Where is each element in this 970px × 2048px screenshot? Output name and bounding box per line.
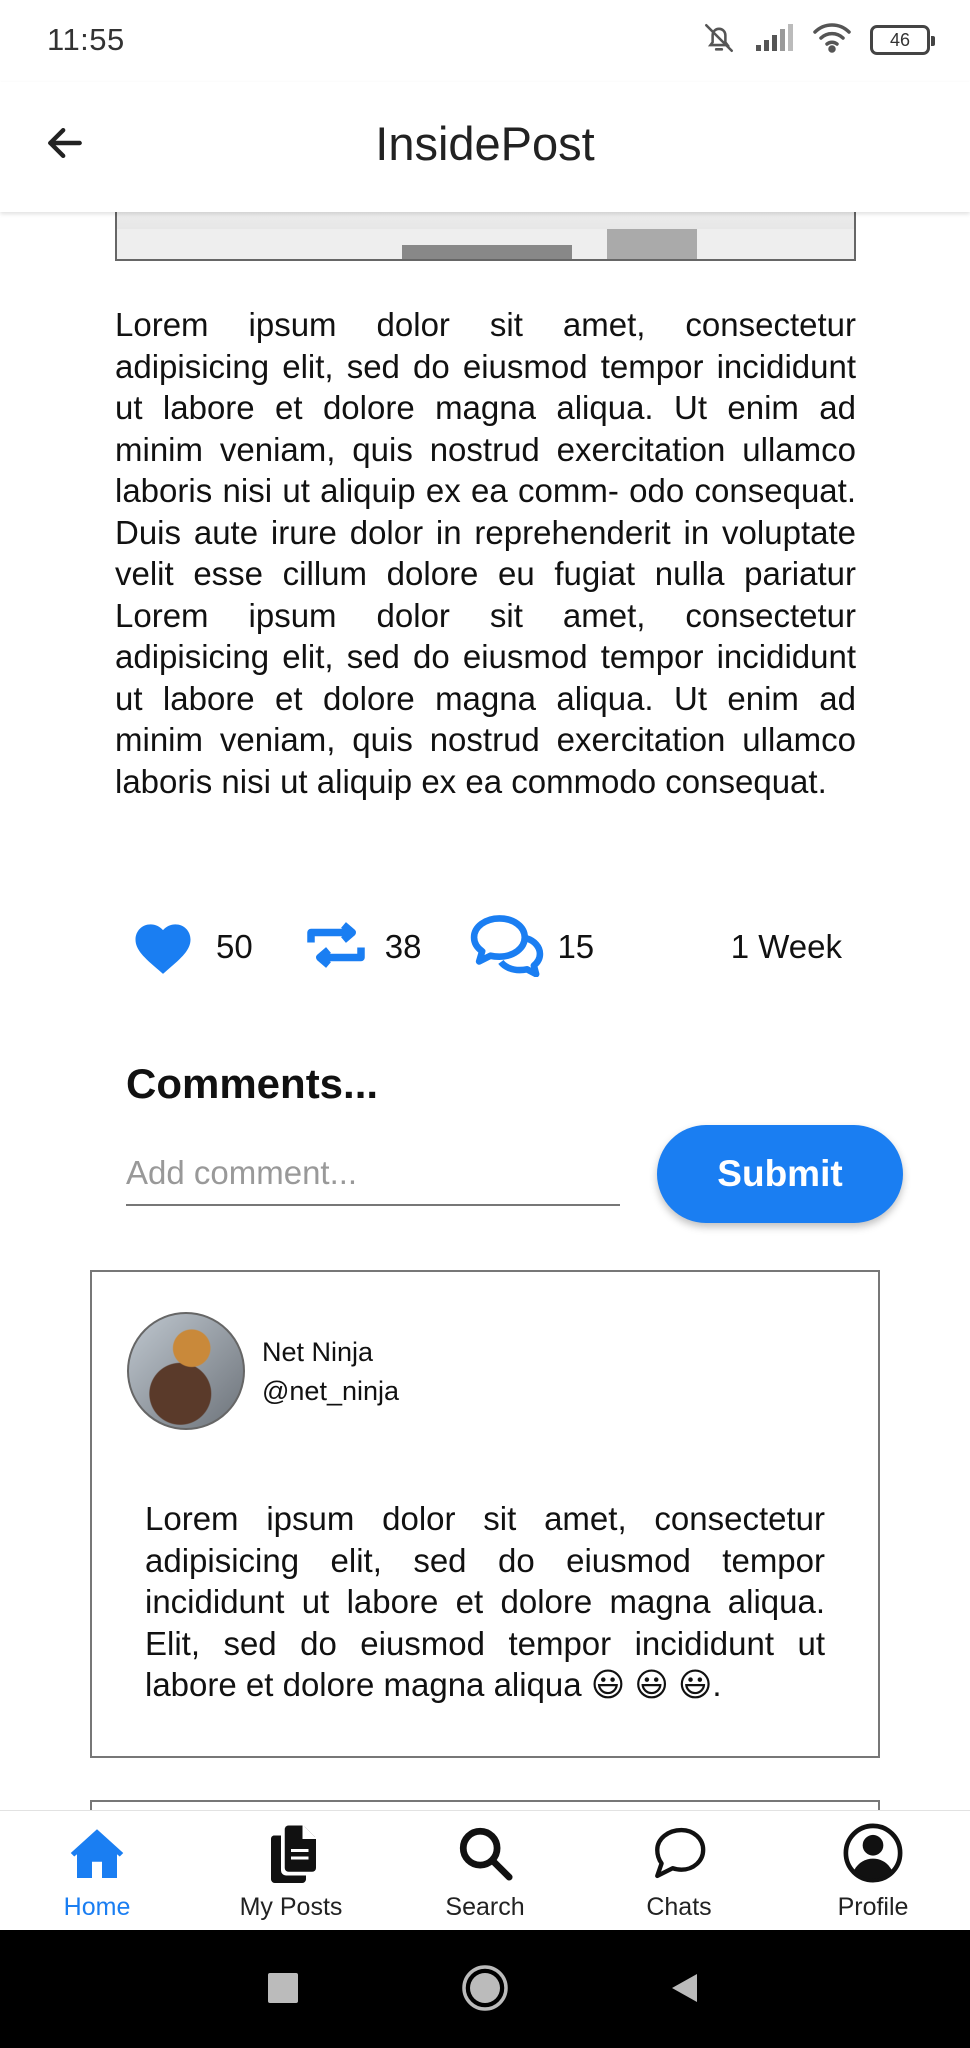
comment-card xyxy=(90,1800,880,1810)
post-content[interactable]: Lorem ipsum dolor sit amet, consectetur … xyxy=(0,212,970,1810)
status-icons: 46 xyxy=(702,20,935,60)
post-image xyxy=(115,212,856,261)
avatar[interactable] xyxy=(127,1312,245,1430)
comment-author-name[interactable]: Net Ninja xyxy=(262,1337,373,1368)
page-title: InsidePost xyxy=(375,117,595,170)
search-icon xyxy=(453,1821,517,1885)
post-stats: 50 38 15 1 Week xyxy=(115,912,856,982)
heart-icon xyxy=(130,916,196,979)
nav-label: Search xyxy=(445,1893,525,1921)
signal-icon xyxy=(754,23,794,58)
comments-icon xyxy=(469,913,545,982)
circle-icon xyxy=(461,1964,509,2017)
repost-count: 38 xyxy=(384,928,422,965)
nav-label: Profile xyxy=(837,1893,909,1921)
nav-my-posts[interactable]: My Posts xyxy=(194,1811,388,1930)
status-bar: 11:55 46 xyxy=(0,0,970,82)
nav-search[interactable]: Search xyxy=(388,1811,582,1930)
nav-label: Chats xyxy=(646,1893,712,1921)
chat-bubble-icon xyxy=(647,1821,711,1885)
comment-button[interactable]: 15 xyxy=(469,913,594,982)
nav-home[interactable]: Home xyxy=(0,1811,194,1930)
back-system-button[interactable] xyxy=(654,1960,714,2020)
nav-profile[interactable]: Profile xyxy=(776,1811,970,1930)
nav-label: Home xyxy=(63,1893,131,1921)
wifi-icon xyxy=(812,22,852,59)
comment-card: Net Ninja @net_ninja Lorem ipsum dolor s… xyxy=(90,1270,880,1758)
comments-heading: Comments... xyxy=(126,1060,379,1107)
nav-label: My Posts xyxy=(239,1893,343,1921)
bottom-nav: Home My Posts Search Chats Profile xyxy=(0,1810,970,1930)
status-time: 11:55 xyxy=(47,22,125,57)
square-icon xyxy=(268,1972,298,2008)
home-icon xyxy=(65,1821,129,1885)
documents-icon xyxy=(259,1821,323,1885)
post-body: Lorem ipsum dolor sit amet, consectetur … xyxy=(115,306,856,800)
like-count: 50 xyxy=(216,928,253,965)
triangle-back-icon xyxy=(669,1972,699,2009)
repost-button[interactable]: 38 xyxy=(301,920,422,975)
home-system-button[interactable] xyxy=(455,1960,515,2020)
nav-chats[interactable]: Chats xyxy=(582,1811,776,1930)
repost-icon xyxy=(301,920,371,975)
recents-button[interactable] xyxy=(253,1960,313,2020)
comment-text: Lorem ipsum dolor sit amet, consectetur … xyxy=(145,1500,825,1703)
comment-input[interactable] xyxy=(126,1142,620,1206)
comment-count: 15 xyxy=(557,928,595,965)
comment-author-handle[interactable]: @net_ninja xyxy=(262,1376,399,1407)
image-thumbnail xyxy=(402,245,572,259)
bell-off-icon xyxy=(702,21,736,60)
submit-button[interactable]: Submit xyxy=(657,1125,903,1223)
like-button[interactable]: 50 xyxy=(130,916,253,979)
user-circle-icon xyxy=(841,1821,905,1885)
image-thumbnail xyxy=(607,229,697,259)
post-time-ago: 1 Week xyxy=(730,928,842,965)
app-bar: InsidePost xyxy=(0,82,970,212)
system-nav-bar xyxy=(0,1930,970,2048)
battery-level: 46 xyxy=(889,29,911,50)
battery-icon: 46 xyxy=(870,25,935,55)
